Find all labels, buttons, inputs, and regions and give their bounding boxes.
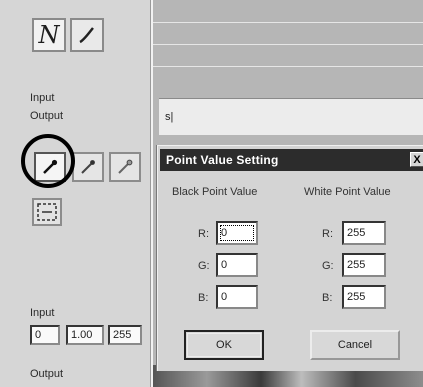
curve-mode-button[interactable]: N (32, 18, 66, 52)
point-value-setting-dialog: Point Value Setting X Black Point Value … (157, 145, 423, 371)
eyedropper-icon (118, 159, 133, 174)
white-level-field[interactable]: 255 (108, 325, 142, 345)
pencil-icon (79, 27, 94, 44)
gamma-field[interactable]: 1.00 (66, 325, 104, 345)
white-eyedropper-button[interactable] (109, 152, 141, 182)
dialog-title-bar[interactable]: Point Value Setting X (160, 149, 423, 171)
divider-line (153, 22, 423, 23)
curves-tool-panel: N Input Output Input 0 1.00 255 Output (0, 0, 150, 387)
curve-icon: N (38, 21, 60, 49)
auto-range-icon (37, 203, 57, 221)
white-g-field[interactable]: 255 (342, 253, 386, 277)
black-point-heading: Black Point Value (172, 186, 258, 198)
white-b-field[interactable]: 255 (342, 285, 386, 309)
levels-input-label: Input (30, 307, 55, 319)
white-b-label: B: (322, 292, 333, 304)
background-field-text: s| (165, 111, 174, 123)
auto-range-button[interactable] (32, 198, 62, 226)
divider-line (153, 66, 423, 67)
levels-output-label: Output (30, 368, 64, 380)
black-level-field[interactable]: 0 (30, 325, 60, 345)
black-r-field[interactable]: 0 (216, 221, 258, 245)
white-r-field[interactable]: 255 (342, 221, 386, 245)
background-text-field[interactable]: s| (159, 98, 423, 135)
black-g-label: G: (198, 260, 210, 272)
cancel-button[interactable]: Cancel (310, 330, 400, 360)
input-label: Input (30, 92, 55, 104)
black-r-label: R: (198, 228, 209, 240)
highlight-circle (21, 134, 75, 188)
divider-line (153, 44, 423, 45)
eyedropper-icon (81, 160, 95, 174)
close-icon: X (413, 153, 421, 166)
output-label: Output (30, 110, 64, 122)
white-r-label: R: (322, 228, 333, 240)
black-g-field[interactable]: 0 (216, 253, 258, 277)
white-point-heading: White Point Value (304, 186, 391, 198)
ok-button[interactable]: OK (184, 330, 264, 360)
black-b-field[interactable]: 0 (216, 285, 258, 309)
black-b-label: B: (198, 292, 209, 304)
dialog-title: Point Value Setting (166, 153, 279, 167)
close-button[interactable]: X (410, 152, 423, 167)
white-g-label: G: (322, 260, 334, 272)
pencil-mode-button[interactable] (70, 18, 104, 52)
gray-eyedropper-button[interactable] (72, 152, 104, 182)
